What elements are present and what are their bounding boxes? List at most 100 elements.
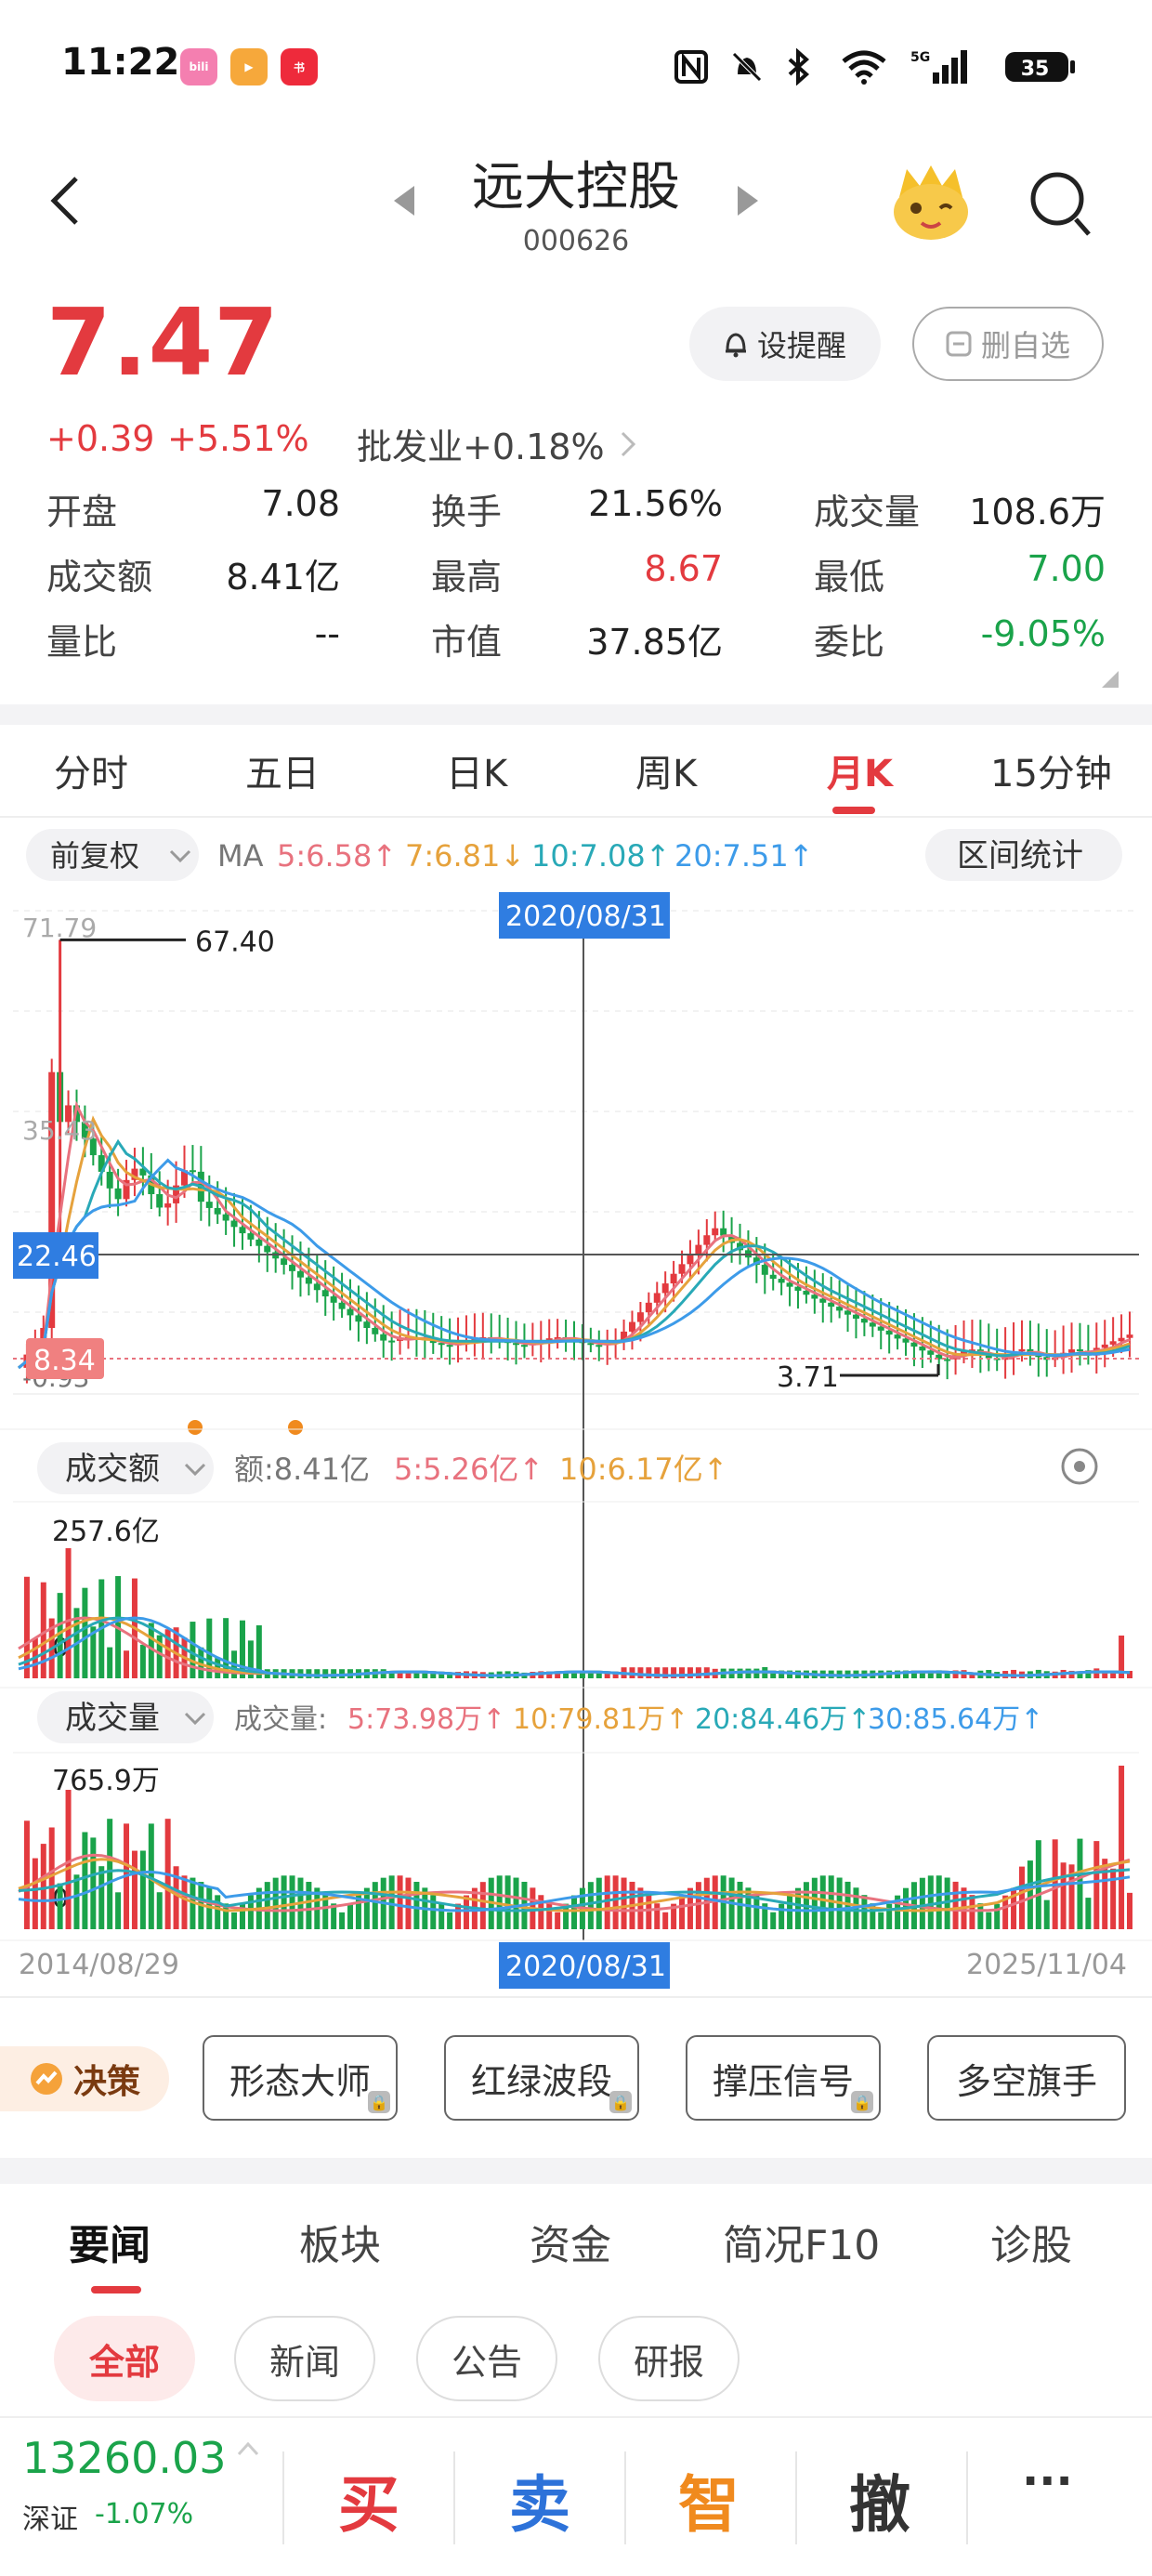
index-change: -1.07% [95,2498,194,2530]
buy-button[interactable]: 买 [338,2455,399,2544]
sell-button[interactable]: 卖 [509,2455,570,2544]
volume-bar [264,1882,270,1929]
volume-bar [107,1819,113,1929]
volume-bar [794,1887,801,1929]
candle-body [687,1254,694,1265]
news-tab-diagnose[interactable]: 诊股 [990,2212,1072,2271]
volume-bar [695,1882,701,1929]
filter-announcement[interactable]: 公告 [416,2316,557,2401]
volume-bar [1127,1892,1132,1929]
decision-button[interactable]: 决策 [0,2046,169,2111]
kline-chart-area[interactable]: 前复权 MA 5:6.58↑ 7:6.81↓ 10:7.08↑ 20:7.51↑ 区间统计 7… [0,818,1152,1989]
more-button[interactable]: ··· [1022,2455,1073,2507]
candle-body [653,1293,661,1303]
volume-bar [621,1877,627,1929]
support-resistance-button[interactable]: 撑压信号 🔒 [686,2035,881,2121]
volume-bar [1060,1862,1067,1929]
price-change-pct: +5.51% [167,418,309,459]
ma-value-10: 10:7.08↑ [531,838,671,874]
volume-bar [115,1892,122,1929]
kline-chart[interactable]: 前复权 MA 5:6.58↑ 7:6.81↓ 10:7.08↑ 20:7.51↑ 区间统计7… [0,818,1152,1989]
amount-bar [82,1587,88,1678]
video-app-icon: ▶ [230,48,268,85]
mascot-avatar-icon[interactable] [888,160,974,249]
volume-bar [1085,1898,1092,1929]
decision-icon [29,2061,64,2096]
volume-bar [289,1875,295,1929]
smart-button[interactable]: 智 [678,2455,740,2544]
candle-body [222,1214,229,1221]
tab-daily-k[interactable]: 日K [446,743,507,797]
volume-bar [861,1895,868,1929]
bull-bear-flag-button[interactable]: 多空旗手 [927,2035,1126,2121]
news-tab-headlines[interactable]: 要闻 [69,2212,151,2271]
expand-corner-icon[interactable] [1102,671,1119,688]
tab-monthly-k[interactable]: 月K [827,743,893,797]
candle-body [305,1277,312,1284]
settings-gear-center [1074,1461,1085,1472]
volume-bar [215,1895,221,1929]
volume-bar [439,1903,445,1929]
filter-news[interactable]: 新闻 [234,2316,375,2401]
volume-bar [1110,1868,1117,1929]
volume-bar [479,1882,486,1929]
red-green-band-button[interactable]: 红绿波段 🔒 [444,2035,639,2121]
candle-body [255,1239,263,1246]
turnover-value: 21.56% [588,483,723,524]
news-tab-f10[interactable]: 简况F10 [723,2212,880,2271]
candle-body [1068,1349,1076,1353]
candle-body [852,1314,859,1319]
divider [453,2451,455,2544]
amount-bar [65,1548,72,1678]
amount-value: 8.41亿 [226,557,340,598]
remove-watchlist-label: 删自选 [980,328,1070,363]
tab-15min[interactable]: 15分钟 [990,743,1112,797]
candle-body [1076,1349,1083,1352]
volume-bar [555,1912,561,1929]
amount-bar [306,1669,312,1678]
volume-bar [272,1877,279,1929]
candle-body [296,1270,304,1278]
filter-all[interactable]: 全部 [54,2316,195,2401]
volume-ratio-value: -- [314,613,340,654]
news-tab-funds[interactable]: 资金 [530,2212,611,2271]
set-alert-button[interactable]: 设提醒 [689,307,881,381]
candle-body [446,1345,453,1347]
quote-row: 成交额 8.41亿 最高 8.67 最低 7.00 [46,548,1106,604]
volume-bar [347,1903,354,1929]
amount-value: 额:8.41亿 [234,1452,370,1487]
volume-bar [787,1895,793,1929]
next-stock-icon[interactable] [736,184,762,221]
amount-bar [322,1669,329,1678]
news-tab-sector[interactable]: 板块 [299,2212,381,2271]
index-name: 深证 [22,2504,78,2536]
volume-ma10: 10:79.81万↑ [513,1703,688,1736]
current-price: 7.47 [46,288,280,397]
candle-body [372,1327,379,1334]
ma-value-20: 20:7.51↑ [674,838,814,874]
candle-body [189,1170,196,1173]
bluetooth-icon [784,46,812,87]
sector-link[interactable]: 批发业+0.18% [357,418,636,469]
index-value[interactable]: 13260.03 [22,2433,227,2483]
pattern-master-button[interactable]: 形态大师 🔒 [203,2035,398,2121]
price-change: +0.39 [46,418,155,459]
ma-label: MA [217,838,264,874]
candle-body [347,1308,354,1316]
volume-bar [372,1882,378,1929]
volume-bar [819,1875,826,1929]
cancel-order-button[interactable]: 撤 [849,2455,910,2544]
remove-watchlist-button[interactable]: 删自选 [912,307,1104,381]
order-ratio-value: -9.05% [980,613,1106,654]
tab-intraday[interactable]: 分时 [54,743,128,797]
amount-bar [646,1667,652,1678]
volume-bar [306,1882,312,1929]
tab-five-day[interactable]: 五日 [245,743,320,797]
search-icon[interactable] [1028,167,1094,245]
chevron-up-icon[interactable] [236,2440,260,2461]
period-tabs: 分时 五日 日K 周K 月K 15分钟 [0,725,1152,818]
max-price-label: 67.40 [195,926,275,958]
tab-weekly-k[interactable]: 周K [635,743,697,797]
volume-bar [82,1832,88,1929]
filter-research[interactable]: 研报 [598,2316,740,2401]
